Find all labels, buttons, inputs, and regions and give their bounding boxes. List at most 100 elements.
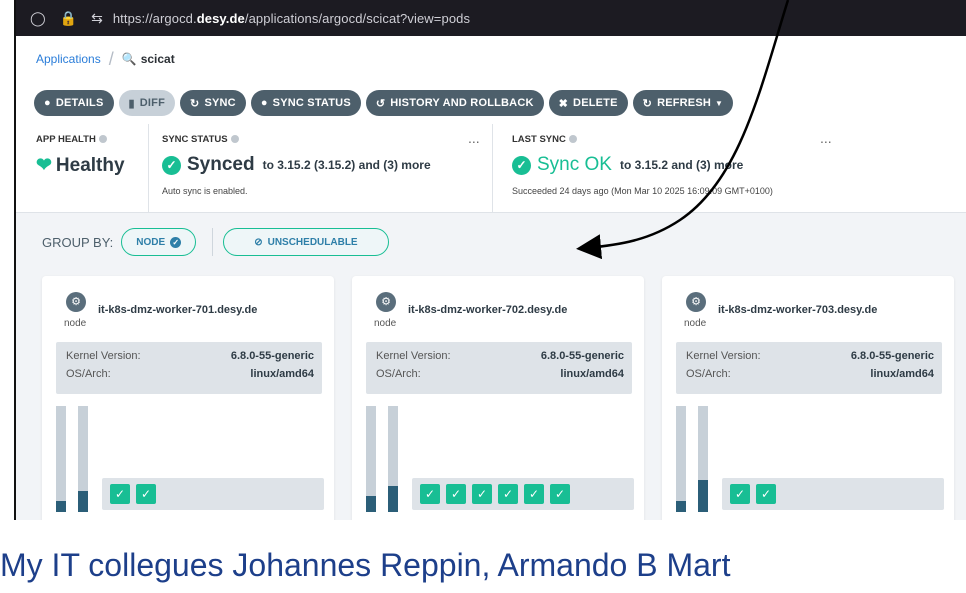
shield-icon: ◯ — [30, 9, 46, 26]
node-icon: ⚙ — [66, 292, 86, 312]
browser-window: ◯ 🔒 ⇆ https://argocd.desy.de/application… — [14, 0, 966, 520]
refresh-button[interactable]: ↻ REFRESH ▼ — [632, 90, 734, 116]
pod-check-icon[interactable]: ✓ — [420, 484, 440, 504]
last-sync-label: LAST SYNC — [512, 134, 566, 145]
mem-bar — [388, 406, 398, 512]
last-sync-timestamp: Succeeded 24 days ago (Mon Mar 10 2025 1… — [512, 186, 773, 196]
breadcrumb-applications-link[interactable]: Applications — [36, 52, 101, 66]
mem-bar — [698, 406, 708, 512]
url-text[interactable]: https://argocd.desy.de/applications/argo… — [113, 11, 470, 26]
node-name: it-k8s-dmz-worker-703.desy.de — [718, 304, 878, 316]
sync-status-button[interactable]: ● SYNC STATUS — [250, 90, 361, 116]
os-arch-label: OS/Arch: — [376, 368, 421, 380]
pod-check-icon[interactable]: ✓ — [136, 484, 156, 504]
permissions-icon: ⇆ — [91, 9, 103, 26]
cpu-bar — [56, 406, 66, 512]
cpu-bar-fill — [56, 501, 66, 512]
kernel-version: 6.8.0-55-generic — [850, 350, 934, 362]
sync-status-box[interactable]: SYNC STATUS ... ✓ Synced to 3.15.2 (3.15… — [162, 124, 493, 212]
os-arch-label: OS/Arch: — [686, 368, 731, 380]
pod-check-icon[interactable]: ✓ — [524, 484, 544, 504]
help-icon[interactable] — [230, 135, 239, 144]
kernel-version-label: Kernel Version: — [376, 350, 451, 362]
pod-check-icon[interactable]: ✓ — [730, 484, 750, 504]
cpu-bar-fill — [366, 496, 376, 512]
pod-check-icon[interactable]: ✓ — [446, 484, 466, 504]
breadcrumb: Applications / 🔍 scicat — [16, 36, 966, 83]
node-type-label: node — [374, 318, 397, 329]
last-sync-value: Sync OK — [537, 154, 612, 175]
last-sync-detail: to 3.15.2 and (3) more — [619, 158, 744, 172]
cpu-bar-fill — [676, 501, 686, 512]
delete-button[interactable]: ✖ DELETE — [548, 90, 628, 116]
help-icon[interactable] — [568, 135, 577, 144]
group-by-node-button[interactable]: NODE ✓ — [121, 228, 197, 256]
check-circle-icon: ✓ — [512, 155, 531, 175]
breadcrumb-separator: / — [108, 48, 114, 69]
pods-area: ✓ ✓ ✓ ✓ ✓ ✓ — [412, 478, 634, 510]
details-button[interactable]: ● DETAILS — [34, 90, 114, 116]
check-circle-icon: ✓ — [162, 155, 181, 175]
app-health-label: APP HEALTH — [36, 134, 96, 145]
diff-button[interactable]: ▮ DIFF — [118, 90, 176, 116]
node-info: Kernel Version: 6.8.0-55-generic OS/Arch: l… — [366, 342, 632, 394]
sync-button[interactable]: ↻ SYNC — [180, 90, 246, 116]
help-icon[interactable] — [98, 135, 107, 144]
caret-down-icon: ▼ — [715, 98, 724, 108]
cpu-bar — [366, 406, 376, 512]
pod-check-icon[interactable]: ✓ — [472, 484, 492, 504]
cpu-bar — [676, 406, 686, 512]
os-arch: linux/amd64 — [560, 368, 624, 380]
kernel-version: 6.8.0-55-generic — [230, 350, 314, 362]
os-arch: linux/amd64 — [870, 368, 934, 380]
last-sync-box[interactable]: LAST SYNC ... ✓ Sync OK to 3.15.2 and (3… — [512, 124, 966, 212]
node-icon: ⚙ — [376, 292, 396, 312]
app-health-value: Healthy — [55, 155, 125, 176]
slide-caption: My IT collegues Johannes Reppin, Armando… — [0, 540, 966, 593]
mem-bar-fill — [388, 485, 398, 512]
history-rollback-button[interactable]: ↺ HISTORY AND ROLLBACK — [365, 90, 544, 116]
heart-icon: ❤ — [36, 155, 52, 176]
url-bar[interactable]: ◯ 🔒 ⇆ https://argocd.desy.de/application… — [16, 0, 966, 36]
pods-area: ✓ ✓ — [102, 478, 324, 510]
app-toolbar: ● DETAILS ▮ DIFF ↻ SYNC ● SYNC STATUS ↺ HISTO… — [16, 82, 966, 124]
lock-icon: 🔒 — [59, 9, 78, 26]
refresh-icon: ↻ — [642, 97, 653, 110]
more-icon[interactable]: ... — [820, 130, 832, 146]
kernel-version-label: Kernel Version: — [66, 350, 141, 362]
node-name: it-k8s-dmz-worker-701.desy.de — [98, 304, 258, 316]
kernel-version-label: Kernel Version: — [686, 350, 761, 362]
info-icon: ● — [44, 97, 51, 109]
pod-check-icon[interactable]: ✓ — [756, 484, 776, 504]
node-card[interactable]: ⚙ node it-k8s-dmz-worker-702.desy.de Kernel… — [352, 276, 644, 520]
check-icon: ✓ — [170, 236, 182, 248]
node-name: it-k8s-dmz-worker-702.desy.de — [408, 304, 568, 316]
app-health-box[interactable]: APP HEALTH ❤ Healthy — [36, 124, 149, 212]
eye-slash-icon: ⊘ — [254, 236, 263, 248]
auto-sync-note: Auto sync is enabled. — [162, 186, 248, 196]
mem-bar-fill — [698, 480, 708, 512]
unschedulable-toggle[interactable]: ⊘ UNSCHEDULABLE — [223, 228, 389, 256]
breadcrumb-current: scicat — [140, 52, 175, 66]
node-card[interactable]: ⚙ node it-k8s-dmz-worker-703.desy.de Kernel… — [662, 276, 954, 520]
kernel-version: 6.8.0-55-generic — [540, 350, 624, 362]
mem-bar-fill — [78, 490, 88, 512]
close-circle-icon: ✖ — [558, 97, 569, 110]
file-icon: ▮ — [128, 97, 135, 110]
search-icon: 🔍 — [121, 52, 137, 66]
more-icon[interactable]: ... — [468, 130, 480, 146]
node-icon: ⚙ — [686, 292, 706, 312]
sync-status-value: Synced — [187, 154, 255, 175]
pod-check-icon[interactable]: ✓ — [550, 484, 570, 504]
pod-check-icon[interactable]: ✓ — [110, 484, 130, 504]
sync-icon: ↻ — [190, 97, 200, 110]
sync-status-detail: to 3.15.2 (3.15.2) and (3) more — [262, 158, 431, 172]
status-panel: APP HEALTH ❤ Healthy SYNC STATUS ... ✓ Sy… — [16, 124, 966, 213]
node-type-label: node — [684, 318, 707, 329]
divider — [212, 228, 214, 256]
history-icon: ↺ — [375, 97, 386, 110]
node-card[interactable]: ⚙ node it-k8s-dmz-worker-701.desy.de Kernel… — [42, 276, 334, 520]
node-info: Kernel Version: 6.8.0-55-generic OS/Arch: l… — [56, 342, 322, 394]
node-info: Kernel Version: 6.8.0-55-generic OS/Arch: l… — [676, 342, 942, 394]
pod-check-icon[interactable]: ✓ — [498, 484, 518, 504]
